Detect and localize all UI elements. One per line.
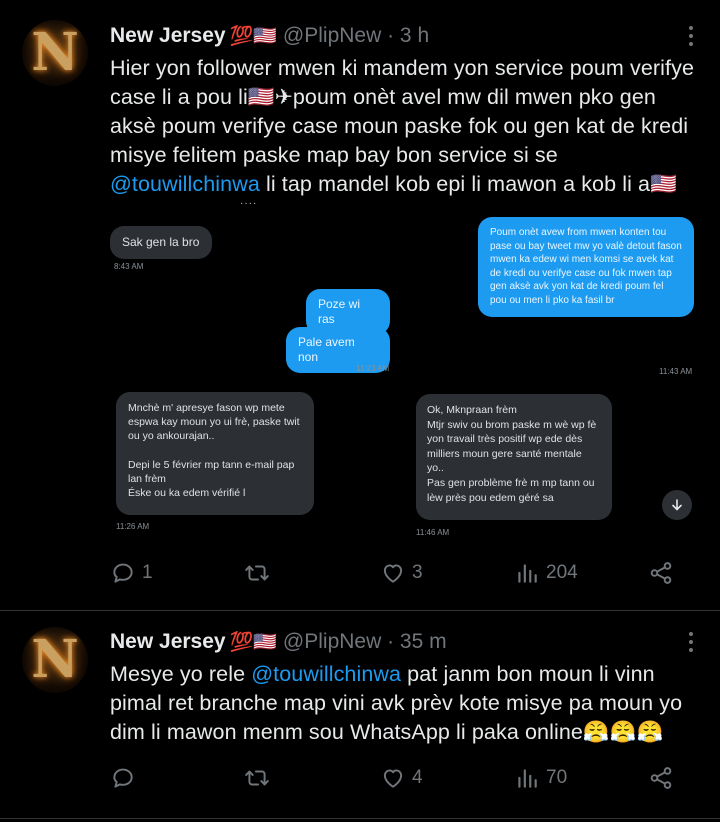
avatar-letter: N [31,22,79,83]
display-name[interactable]: New Jersey [110,24,226,48]
views-button[interactable]: 204 [514,560,578,586]
reply-count: 1 [142,562,153,583]
reply-icon [113,768,133,788]
like-button[interactable]: 3 [380,560,423,586]
views-count: 70 [546,767,568,788]
share-icon [650,562,672,584]
chat-message-text: Mnchè m' apresye fason wp mete espwa kay… [128,402,300,500]
like-button[interactable]: 4 [380,765,423,791]
tweet-actions: 1 3 204 [110,560,706,590]
mention-link[interactable]: @touwillchinwa [110,172,260,196]
views-count: 204 [546,562,578,583]
views-icon [518,564,537,583]
reply-icon [113,563,133,583]
chat-timestamp: 11:46 AM [416,528,450,537]
retweet-icon [245,770,269,786]
tweet-text-part: Mesye yo rele [110,662,252,686]
views-icon [518,769,537,788]
handle-and-time[interactable]: @PlipNew · 3 h [283,24,429,48]
name-emoji: 💯🇺🇸 [229,26,277,47]
share-icon [650,767,672,789]
tweet-actions: 4 70 [110,765,706,795]
reply-button[interactable] [110,765,142,791]
tweet-media-image[interactable]: ···· Sak gen la bro 8:43 AM Poum onèt av… [110,200,706,542]
scroll-down-icon[interactable] [662,490,692,520]
like-count: 3 [412,562,423,583]
more-icon[interactable] [688,632,694,652]
chat-bubble-sent: Poum onèt avew from mwen konten tou pase… [478,217,694,317]
chat-timestamp: 8:43 AM [114,262,144,271]
chat-message-text: Ok, Mknpraan frèm Mtjr swiv ou brom pask… [427,404,597,504]
retweet-button[interactable] [244,560,276,586]
tweet-text: Hier yon follower mwen ki mandem yon ser… [110,54,706,199]
reply-button[interactable]: 1 [110,560,153,586]
tweet[interactable]: N New Jersey 💯🇺🇸 @PlipNew · 3 h Hier yon… [0,0,720,610]
like-icon [383,769,403,788]
tweet-text-part: li tap mandel kob epi li mawon a kob li … [259,172,677,196]
chat-bubble-received: Mnchè m' apresye fason wp mete espwa kay… [116,392,314,515]
chat-timestamp: 11:23 AM [356,364,390,373]
avatar[interactable]: N [22,20,88,86]
chat-bubble-received: Sak gen la bro [110,226,212,259]
share-button[interactable] [648,560,674,586]
avatar[interactable]: N [22,627,88,693]
chat-bubble-received: Ok, Mknpraan frèm Mtjr swiv ou brom pask… [416,394,612,520]
tweet-text-part: Hier yon follower mwen ki mandem yon ser… [110,56,695,167]
tweet-header: New Jersey 💯🇺🇸 @PlipNew · 3 h [110,22,429,50]
chat-timestamp: 11:43 AM [659,367,693,376]
stray-mark: ···· [240,200,258,209]
like-count: 4 [412,767,423,788]
like-icon [383,564,403,583]
views-button[interactable]: 70 [514,765,567,791]
avatar-letter: N [31,629,79,690]
share-button[interactable] [648,765,674,791]
chat-timestamp: 11:26 AM [116,522,150,531]
tweet-text: Mesye yo rele @touwillchinwa pat janm bo… [110,660,706,747]
more-icon[interactable] [688,26,694,46]
retweet-icon [245,565,269,581]
mention-link[interactable]: @touwillchinwa [251,662,401,686]
retweet-button[interactable] [244,765,276,791]
tweet-divider [0,818,720,819]
handle-and-time[interactable]: @PlipNew · 35 m [283,630,447,654]
name-emoji: 💯🇺🇸 [229,632,277,653]
display-name[interactable]: New Jersey [110,630,226,654]
tweet[interactable]: N New Jersey 💯🇺🇸 @PlipNew · 35 m Mesye y… [0,611,720,822]
tweet-header: New Jersey 💯🇺🇸 @PlipNew · 35 m [110,628,447,656]
